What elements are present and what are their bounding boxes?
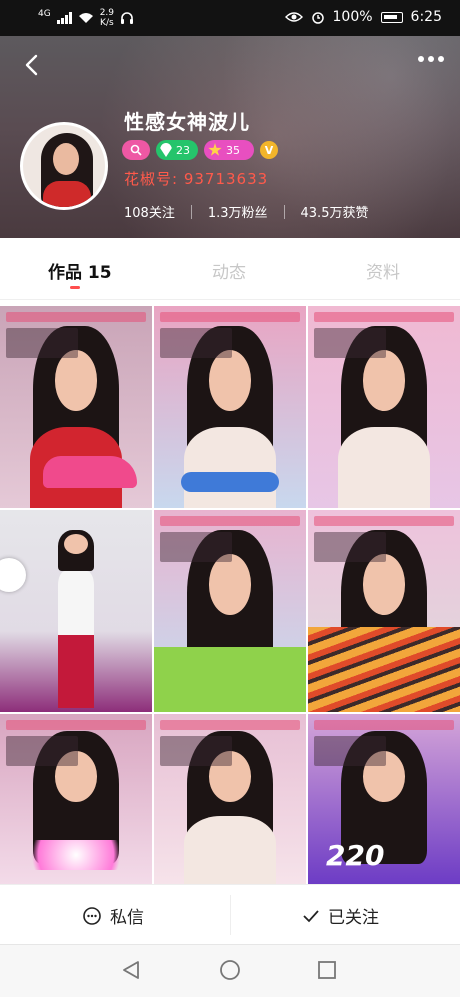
video-tile-8[interactable] [154,714,306,884]
followed-button[interactable]: 已关注 [302,903,379,928]
check-icon [303,909,319,922]
nav-recents-icon[interactable] [316,959,338,981]
avatar[interactable] [20,122,108,210]
video-tile-9[interactable]: 220 [308,714,460,884]
nav-back-icon[interactable] [120,959,142,981]
flower-gift-image [15,839,137,871]
video-tile-2[interactable] [154,306,306,508]
system-nav-bar [0,944,460,997]
gem-badge-value: 23 [176,143,190,157]
more-options-icon[interactable] [418,56,444,62]
followers-count[interactable]: 1.3万粉丝 [208,202,268,221]
nav-home-icon[interactable] [219,959,241,981]
video-tile-4[interactable] [0,510,152,712]
profile-tabs: 作品 15 动态 资料 [0,238,460,300]
video-tile-6[interactable] [308,510,460,712]
v-badge: V [260,141,278,159]
alarm-icon [311,12,324,24]
zigzag-outfit [308,627,460,712]
tab-moments[interactable]: 动态 [212,258,246,283]
tab-profile-info[interactable]: 资料 [366,258,400,283]
network-type-label: 4G [38,8,51,19]
headset-status-icon [121,12,134,24]
car-gift-image [42,455,137,488]
eye-icon [284,12,303,22]
gem-badge: 23 [156,140,198,160]
star-badge-value: 35 [226,143,240,157]
profile-name: 性感女神波儿 [124,110,250,134]
search-badge[interactable] [122,140,150,160]
video-tile-3[interactable] [308,306,460,508]
video-tile-5[interactable] [154,510,306,712]
net-speed: 2.9 K/s [99,8,115,28]
likes-count: 43.5万获赞 [300,206,369,221]
profile-header: 性感女神波儿 23 35 V 花椒号: 93713633 108关注 1.3万粉… [0,36,460,238]
video-tile-1[interactable] [0,306,152,508]
video-grid: 220 [0,306,460,884]
active-tab-indicator [70,286,80,289]
chat-icon [83,906,101,925]
signal-icon [56,12,72,24]
star-icon [208,143,222,156]
star-badge: 35 [204,140,254,160]
badges-row: 23 35 V [122,140,278,160]
bottom-action-bar: 私信 已关注 [0,884,460,944]
tab-works[interactable]: 作品 15 [48,258,112,283]
grass-scene [154,647,306,712]
boat-gift-image [181,471,279,492]
action-divider [230,895,231,935]
message-label: 私信 [110,908,144,928]
status-bar: 4G 2.9 K/s 100% 6:25 [0,0,460,36]
status-time: 6:25 [410,9,442,25]
profile-stats: 108关注 1.3万粉丝 43.5万获赞 [124,202,368,221]
followed-label: 已关注 [328,908,379,928]
gem-icon [160,143,172,157]
video-tile-7[interactable] [0,714,152,884]
tile-overlay-number: 220 [326,839,385,872]
battery-percent: 100% [332,9,373,25]
status-left: 4G 2.9 K/s [38,8,134,28]
user-id: 花椒号: 93713633 [124,170,269,188]
stat-divider [283,204,285,219]
following-count[interactable]: 108关注 [124,202,175,221]
wifi-icon [78,13,93,23]
message-button[interactable]: 私信 [82,903,144,928]
status-right: 100% 6:25 [284,9,442,25]
battery-icon [380,11,403,23]
back-icon[interactable] [22,54,44,76]
search-icon [130,144,142,156]
stat-divider [190,204,192,219]
